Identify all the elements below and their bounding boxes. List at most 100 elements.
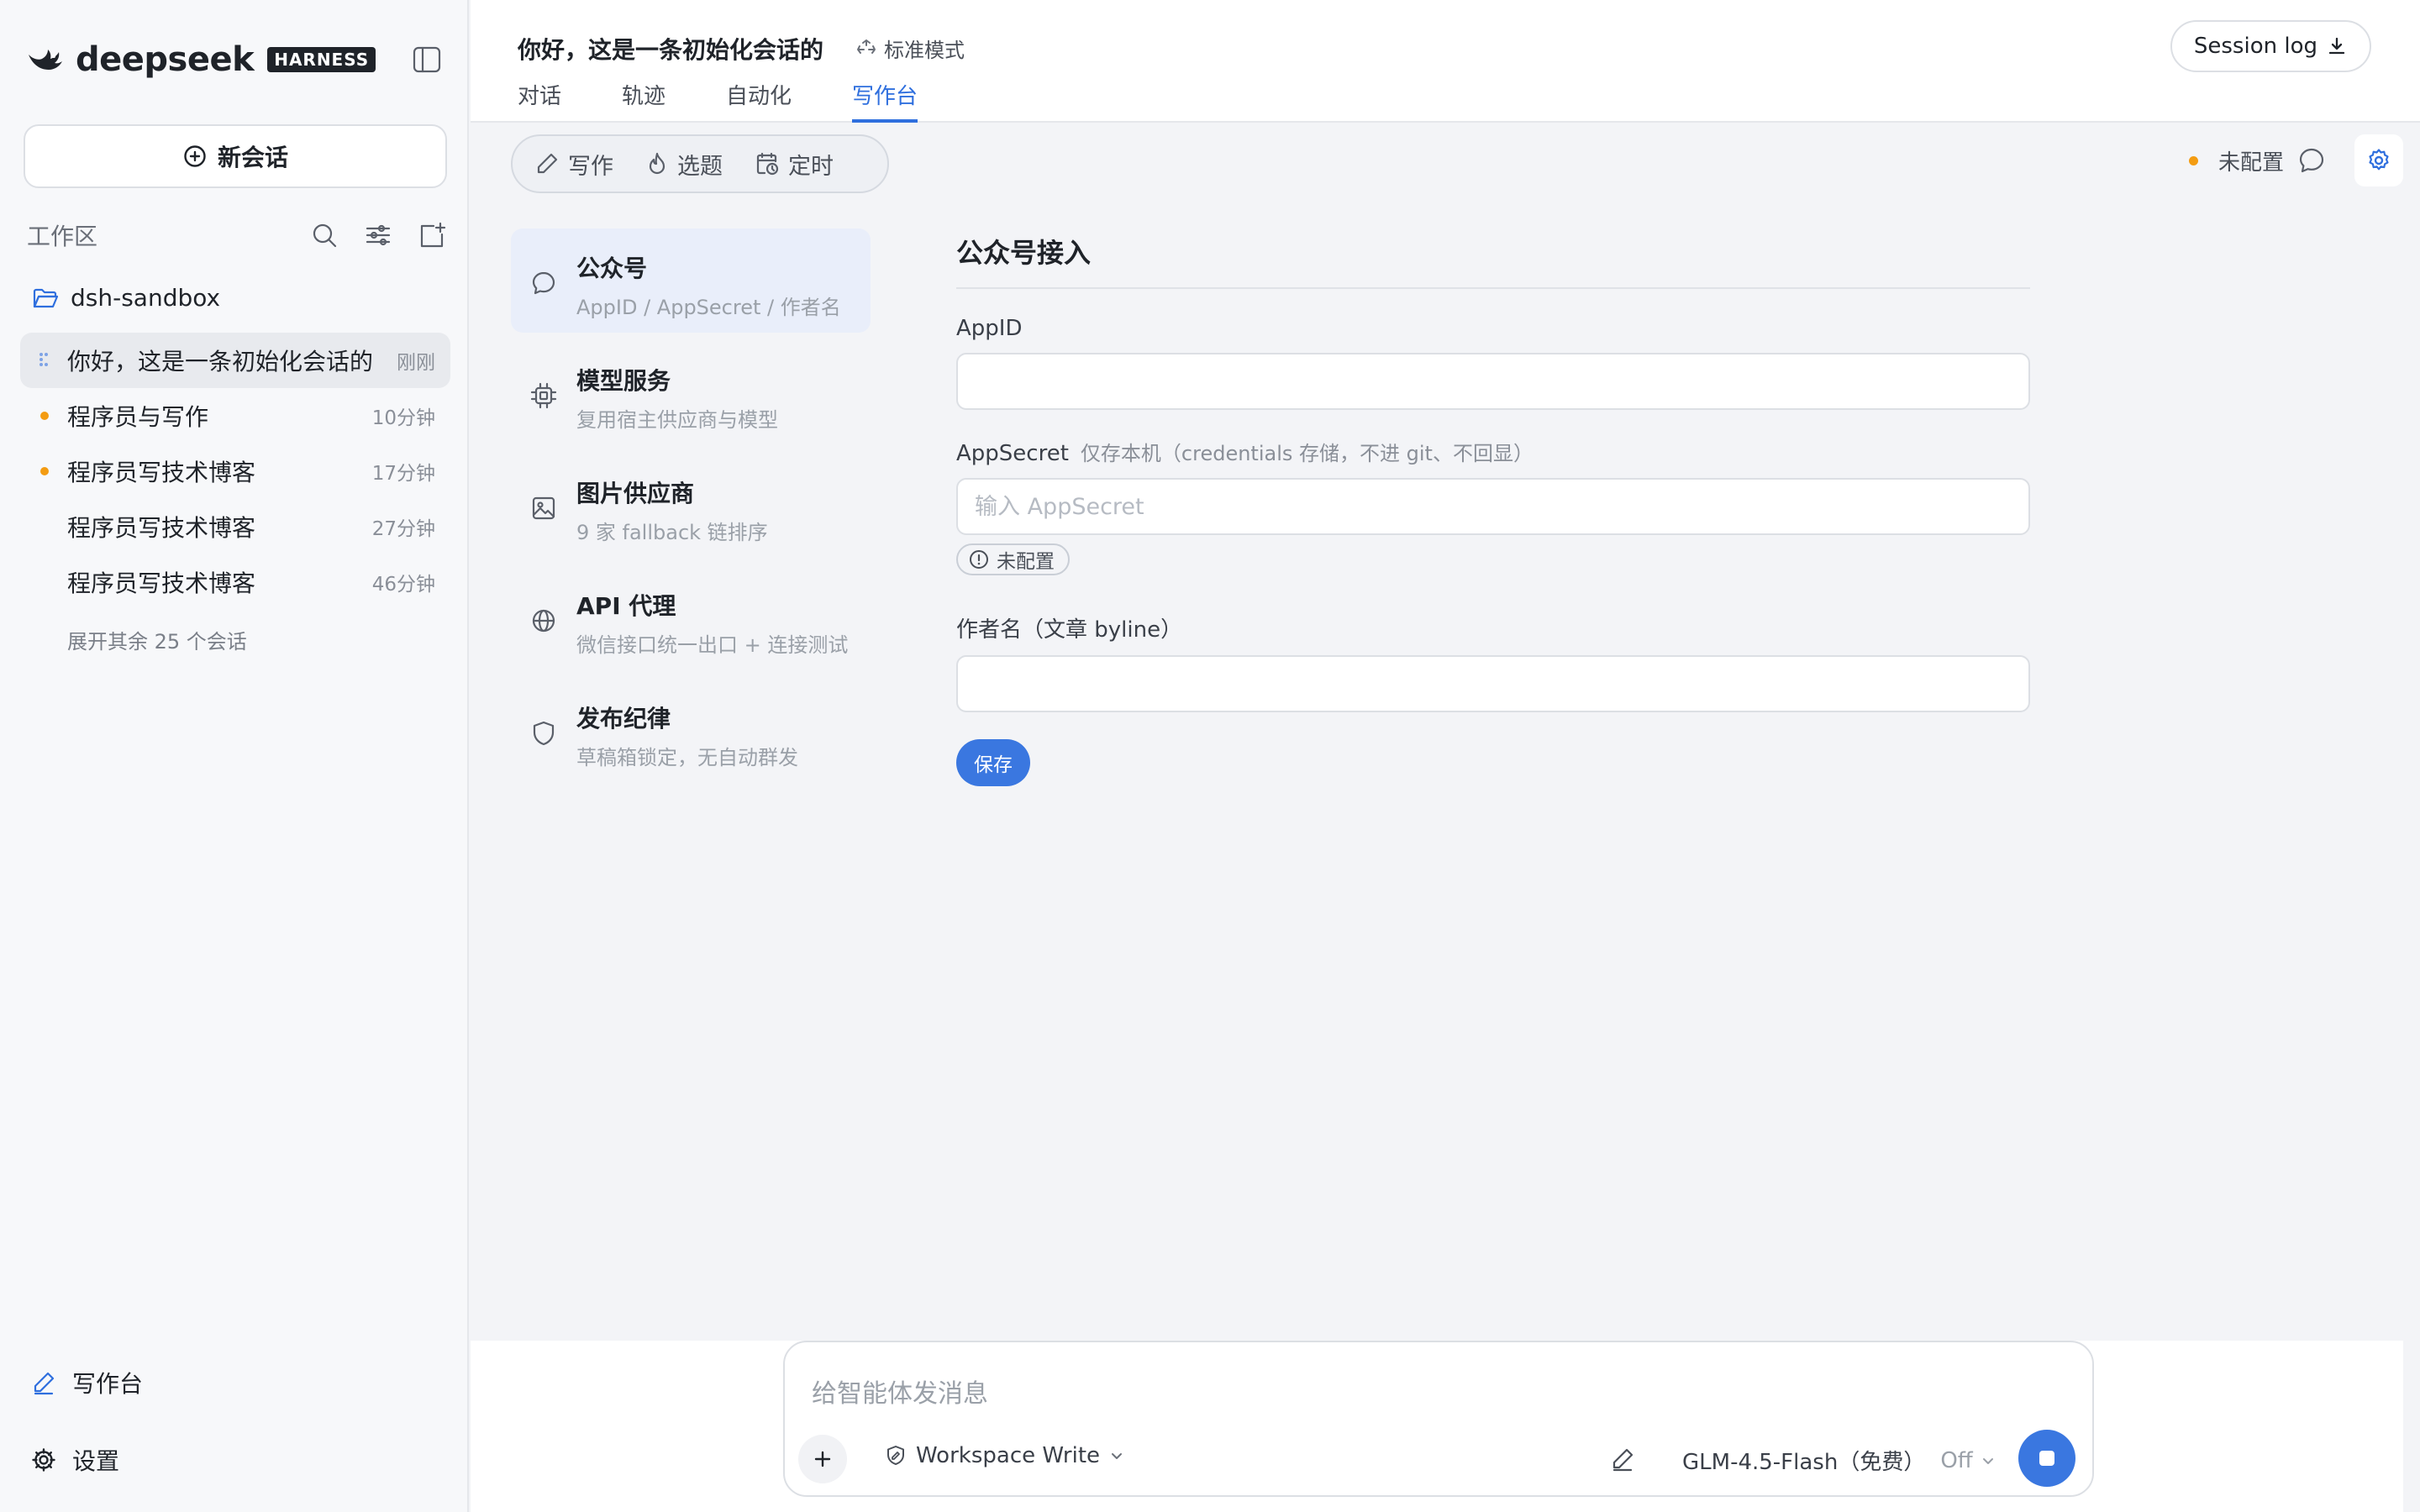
session-item[interactable]: 程序员写技术博客 46分钟 bbox=[20, 554, 450, 610]
appid-label: AppID bbox=[956, 316, 1023, 341]
author-input[interactable] bbox=[956, 655, 2030, 712]
sidebar-toggle-icon[interactable] bbox=[412, 45, 442, 74]
writing-mode-switcher: 写作 选题 定时 bbox=[511, 134, 889, 193]
shield-edit-icon bbox=[884, 1444, 908, 1467]
session-title: 程序员写技术博客 bbox=[67, 514, 256, 542]
plus-circle-icon bbox=[182, 144, 208, 169]
new-folder-icon[interactable] bbox=[417, 220, 447, 250]
status-text: 未配置 bbox=[2217, 150, 2284, 176]
nav-subtitle: AppID / AppSecret / 作者名 bbox=[576, 296, 841, 319]
nav-title: 图片供应商 bbox=[576, 480, 695, 507]
session-item[interactable]: 程序员写技术博客 27分钟 bbox=[20, 499, 450, 554]
nav-title: 公众号 bbox=[576, 255, 648, 282]
expand-more-sessions[interactable]: 展开其余 25 个会话 bbox=[67, 625, 247, 654]
session-title: 程序员与写作 bbox=[67, 403, 209, 431]
nav-title: 发布纪律 bbox=[576, 705, 671, 732]
pen-icon bbox=[534, 151, 560, 176]
workspace-folder[interactable]: dsh-sandbox bbox=[32, 284, 220, 312]
brand-name: deepseek bbox=[76, 40, 255, 79]
permission-selector[interactable]: Workspace Write bbox=[884, 1443, 1125, 1468]
stop-button[interactable] bbox=[2018, 1430, 2075, 1487]
cpu-chip-icon bbox=[529, 381, 558, 410]
globe-icon bbox=[529, 606, 558, 635]
new-chat-button[interactable]: 新会话 bbox=[24, 124, 447, 188]
author-label: 作者名（文章 byline） bbox=[956, 617, 1183, 643]
tab-trace[interactable]: 轨迹 bbox=[622, 79, 666, 123]
session-log-button[interactable]: Session log bbox=[2170, 20, 2371, 72]
session-time: 10分钟 bbox=[371, 407, 435, 429]
save-button[interactable]: 保存 bbox=[956, 739, 1030, 786]
nav-title: API 代理 bbox=[576, 592, 676, 620]
sidebar-item-settings[interactable]: 设置 bbox=[30, 1443, 119, 1477]
nav-subtitle: 复用宿主供应商与模型 bbox=[576, 408, 778, 432]
message-circle-icon bbox=[529, 269, 558, 297]
alert-circle-icon bbox=[968, 549, 990, 570]
sidebar: deepseek HARNESS 新会话 工作区 dsh-sandbox 你好，… bbox=[0, 0, 469, 1512]
stop-icon bbox=[2039, 1451, 2054, 1466]
segment-label: 定时 bbox=[788, 153, 834, 180]
session-time: 刚刚 bbox=[397, 352, 435, 374]
form-title: 公众号接入 bbox=[956, 228, 2030, 289]
appsecret-input[interactable] bbox=[956, 478, 2030, 535]
search-icon[interactable] bbox=[309, 220, 339, 250]
settings-button[interactable] bbox=[2354, 134, 2403, 186]
segment-topics[interactable]: 选题 bbox=[645, 148, 723, 181]
model-selector[interactable]: GLM-4.5-Flash（免费） Off bbox=[1682, 1445, 1996, 1476]
plus-icon bbox=[812, 1448, 834, 1470]
settings-nav: 公众号 AppID / AppSecret / 作者名 模型服务 复用宿主供应商… bbox=[511, 228, 871, 791]
config-status: 未配置 bbox=[2188, 134, 2403, 186]
permission-label: Workspace Write bbox=[916, 1443, 1101, 1468]
tab-automation[interactable]: 自动化 bbox=[726, 79, 792, 123]
message-input[interactable]: 给智能体发消息 bbox=[812, 1373, 988, 1410]
workspace-label: 工作区 bbox=[27, 223, 98, 250]
session-list: 你好，这是一条初始化会话的 刚刚 程序员与写作 10分钟 程序员写技术博客 17… bbox=[20, 333, 450, 610]
settings-nav-api-proxy[interactable]: API 代理 微信接口统一出口 + 连接测试 bbox=[511, 566, 871, 670]
new-chat-label: 新会话 bbox=[217, 144, 288, 171]
folder-open-icon bbox=[32, 286, 59, 310]
mode-label: 标准模式 bbox=[884, 39, 965, 62]
pen-icon bbox=[30, 1369, 57, 1396]
shield-icon bbox=[529, 719, 558, 748]
appsecret-label: AppSecret bbox=[956, 441, 1069, 466]
message-circle-icon[interactable] bbox=[2297, 146, 2326, 175]
pencil-icon[interactable] bbox=[1608, 1445, 1637, 1473]
segment-write[interactable]: 写作 bbox=[534, 148, 613, 181]
nav-title: 模型服务 bbox=[576, 367, 671, 395]
chevron-down-icon bbox=[1980, 1452, 1996, 1469]
settings-nav-model-service[interactable]: 模型服务 复用宿主供应商与模型 bbox=[511, 341, 871, 445]
tab-chat[interactable]: 对话 bbox=[518, 79, 561, 123]
attach-button[interactable] bbox=[798, 1435, 847, 1483]
brand-badge: HARNESS bbox=[267, 47, 376, 72]
conversation-title: 你好，这是一条初始化会话的 bbox=[518, 36, 824, 64]
status-dot bbox=[2188, 155, 2198, 165]
appid-input[interactable] bbox=[956, 353, 2030, 410]
mode-indicator[interactable]: 标准模式 bbox=[855, 34, 965, 63]
gear-icon bbox=[30, 1446, 57, 1473]
settings-nav-publish-rules[interactable]: 发布纪律 草稿箱锁定，无自动群发 bbox=[511, 679, 871, 783]
main-tabs: 对话 轨迹 自动化 写作台 bbox=[518, 79, 918, 123]
session-item[interactable]: 你好，这是一条初始化会话的 刚刚 bbox=[20, 333, 450, 388]
sidebar-item-label: 设置 bbox=[72, 1447, 120, 1475]
flame-icon bbox=[645, 151, 669, 176]
segment-label: 写作 bbox=[568, 153, 613, 180]
tab-writing-desk[interactable]: 写作台 bbox=[852, 79, 918, 123]
model-name: GLM-4.5-Flash（免费） bbox=[1682, 1450, 1926, 1475]
sidebar-item-label: 写作台 bbox=[72, 1370, 144, 1398]
session-time: 46分钟 bbox=[371, 574, 435, 596]
nav-subtitle: 微信接口统一出口 + 连接测试 bbox=[576, 633, 849, 657]
session-time: 27分钟 bbox=[371, 518, 435, 540]
writing-desk-panel: 写作 选题 定时 未配置 公众号 AppID / AppSecret / 作者名… bbox=[471, 124, 2403, 1341]
session-item[interactable]: 程序员写技术博客 17分钟 bbox=[20, 444, 450, 499]
brand[interactable]: deepseek HARNESS bbox=[25, 40, 376, 79]
session-item[interactable]: 程序员与写作 10分钟 bbox=[20, 388, 450, 444]
settings-nav-wechat[interactable]: 公众号 AppID / AppSecret / 作者名 bbox=[511, 228, 871, 333]
unread-dot bbox=[40, 467, 49, 475]
session-title: 程序员写技术博客 bbox=[67, 459, 256, 486]
settings-nav-image-provider[interactable]: 图片供应商 9 家 fallback 链排序 bbox=[511, 454, 871, 558]
thinking-state: Off bbox=[1940, 1447, 1973, 1473]
filter-sliders-icon[interactable] bbox=[363, 220, 393, 250]
thinking-toggle[interactable]: Off bbox=[1940, 1448, 1996, 1473]
session-time: 17分钟 bbox=[371, 463, 435, 485]
sidebar-item-writing-desk[interactable]: 写作台 bbox=[30, 1366, 143, 1399]
segment-schedule[interactable]: 定时 bbox=[755, 148, 834, 181]
